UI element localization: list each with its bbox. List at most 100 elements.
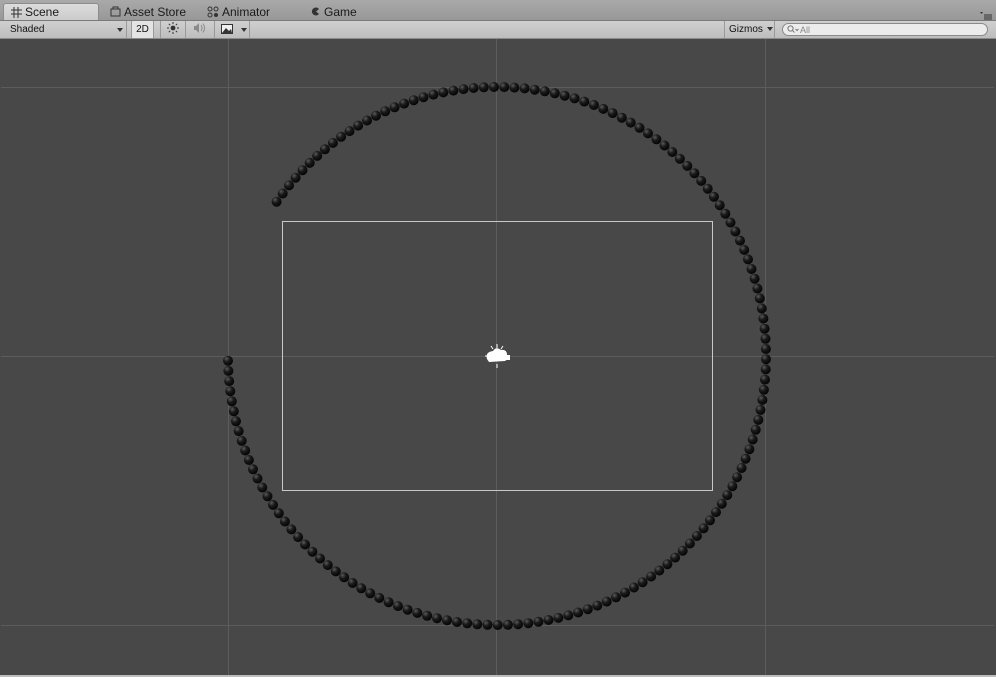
ball-sprite[interactable] bbox=[689, 168, 700, 179]
scene-lighting-button[interactable] bbox=[160, 21, 186, 38]
ball-sprite[interactable] bbox=[739, 244, 750, 255]
ball-sprite[interactable] bbox=[559, 90, 570, 101]
ball-sprite[interactable] bbox=[677, 545, 688, 556]
ball-sprite[interactable] bbox=[240, 445, 251, 456]
ball-sprite[interactable] bbox=[472, 619, 483, 630]
ball-sprite[interactable] bbox=[344, 126, 355, 137]
ball-sprite[interactable] bbox=[662, 559, 673, 570]
scene-audio-button[interactable] bbox=[188, 21, 212, 38]
ball-sprite[interactable] bbox=[353, 120, 364, 131]
ball-sprite[interactable] bbox=[448, 85, 459, 96]
ball-sprite[interactable] bbox=[226, 396, 237, 407]
ball-sprite[interactable] bbox=[736, 463, 747, 473]
ball-sprite[interactable] bbox=[579, 96, 590, 107]
ball-sprite[interactable] bbox=[393, 601, 403, 612]
ball-sprite[interactable] bbox=[268, 499, 278, 510]
ball-sprite[interactable] bbox=[371, 110, 381, 121]
ball-sprite[interactable] bbox=[462, 618, 473, 629]
ball-sprite[interactable] bbox=[620, 587, 630, 598]
ball-sprite[interactable] bbox=[757, 394, 768, 405]
ball-sprite[interactable] bbox=[750, 424, 761, 435]
ball-sprite[interactable] bbox=[749, 273, 760, 284]
ball-sprite[interactable] bbox=[725, 217, 736, 228]
scene-viewport[interactable] bbox=[1, 39, 994, 675]
ball-sprite[interactable] bbox=[243, 455, 254, 465]
ball-sprite[interactable] bbox=[225, 386, 236, 397]
ball-sprite[interactable] bbox=[399, 98, 410, 109]
ball-sprite[interactable] bbox=[720, 208, 731, 219]
ball-sprite[interactable] bbox=[553, 612, 564, 623]
ball-sprite[interactable] bbox=[286, 524, 297, 535]
ball-sprite[interactable] bbox=[279, 516, 290, 527]
ball-sprite[interactable] bbox=[722, 490, 733, 501]
ball-sprite[interactable] bbox=[543, 615, 554, 625]
ball-sprite[interactable] bbox=[389, 102, 400, 113]
ball-sprite[interactable] bbox=[438, 87, 449, 98]
ball-sprite[interactable] bbox=[746, 264, 757, 274]
ball-sprite[interactable] bbox=[714, 200, 725, 211]
ball-sprite[interactable] bbox=[293, 532, 304, 543]
ball-sprite[interactable] bbox=[312, 150, 323, 161]
ball-sprite[interactable] bbox=[732, 472, 743, 483]
ball-sprite[interactable] bbox=[698, 523, 709, 534]
ball-sprite[interactable] bbox=[533, 616, 544, 627]
ball-sprite[interactable] bbox=[502, 619, 513, 630]
ball-sprite[interactable] bbox=[592, 600, 603, 611]
ball-sprite[interactable] bbox=[297, 165, 308, 176]
ball-sprite[interactable] bbox=[705, 515, 715, 526]
ball-sprite[interactable] bbox=[236, 435, 247, 446]
ball-sprite[interactable] bbox=[356, 583, 367, 594]
ball-sprite[interactable] bbox=[582, 604, 593, 615]
ball-sprite[interactable] bbox=[616, 112, 627, 123]
ball-sprite[interactable] bbox=[659, 140, 670, 151]
ball-sprite[interactable] bbox=[277, 188, 288, 199]
ball-sprite[interactable] bbox=[670, 552, 681, 563]
ball-sprite[interactable] bbox=[761, 354, 771, 365]
ball-sprite[interactable] bbox=[759, 323, 770, 334]
scene-canvas[interactable] bbox=[1, 39, 994, 675]
ball-sprite[interactable] bbox=[327, 137, 338, 148]
ball-sprite[interactable] bbox=[322, 560, 333, 571]
ball-sprite[interactable] bbox=[492, 620, 503, 630]
ball-sprite[interactable] bbox=[300, 539, 311, 550]
scene-search-input[interactable]: All bbox=[782, 23, 988, 36]
ball-sprite[interactable] bbox=[307, 546, 318, 557]
ball-sprite[interactable] bbox=[674, 153, 685, 164]
ball-sprite[interactable] bbox=[654, 565, 665, 576]
ball-sprite[interactable] bbox=[513, 619, 524, 630]
ball-sprite[interactable] bbox=[758, 384, 769, 395]
ball-sprite[interactable] bbox=[607, 108, 618, 119]
ball-sprite[interactable] bbox=[740, 453, 751, 464]
ball-sprite[interactable] bbox=[365, 588, 376, 599]
ball-sprite[interactable] bbox=[315, 553, 325, 564]
ball-sprite[interactable] bbox=[760, 374, 770, 385]
ball-sprite[interactable] bbox=[383, 597, 394, 608]
ball-sprite[interactable] bbox=[625, 117, 636, 128]
ball-sprite[interactable] bbox=[452, 617, 462, 627]
ball-sprite[interactable] bbox=[747, 434, 758, 445]
tab-scene[interactable]: Scene bbox=[3, 3, 99, 20]
shading-mode-dropdown[interactable]: Shaded bbox=[0, 21, 127, 38]
ball-sprite[interactable] bbox=[336, 131, 347, 142]
gizmos-dropdown[interactable]: Gizmos bbox=[724, 21, 775, 38]
ball-sprite[interactable] bbox=[284, 180, 294, 191]
ball-sprite[interactable] bbox=[458, 84, 469, 95]
ball-sprite[interactable] bbox=[760, 344, 771, 354]
2d-toggle-button[interactable]: 2D bbox=[131, 21, 154, 38]
ball-sprite[interactable] bbox=[304, 157, 315, 168]
ball-sprite[interactable] bbox=[667, 147, 678, 157]
ball-sprite[interactable] bbox=[756, 303, 767, 314]
ball-sprite[interactable] bbox=[523, 618, 534, 629]
ball-sprite[interactable] bbox=[691, 531, 702, 541]
tab-menu-icon[interactable] bbox=[980, 8, 992, 20]
ball-sprite[interactable] bbox=[752, 283, 763, 294]
tab-game[interactable]: Game bbox=[309, 3, 379, 20]
ball-sprite[interactable] bbox=[760, 364, 771, 375]
ball-sprite[interactable] bbox=[362, 115, 372, 126]
ball-sprite[interactable] bbox=[482, 619, 493, 630]
ball-sprite[interactable] bbox=[489, 82, 499, 92]
ball-sprite[interactable] bbox=[339, 572, 350, 583]
ball-sprite[interactable] bbox=[262, 491, 273, 502]
ball-sprite[interactable] bbox=[330, 566, 341, 577]
ball-sprite[interactable] bbox=[730, 226, 741, 237]
